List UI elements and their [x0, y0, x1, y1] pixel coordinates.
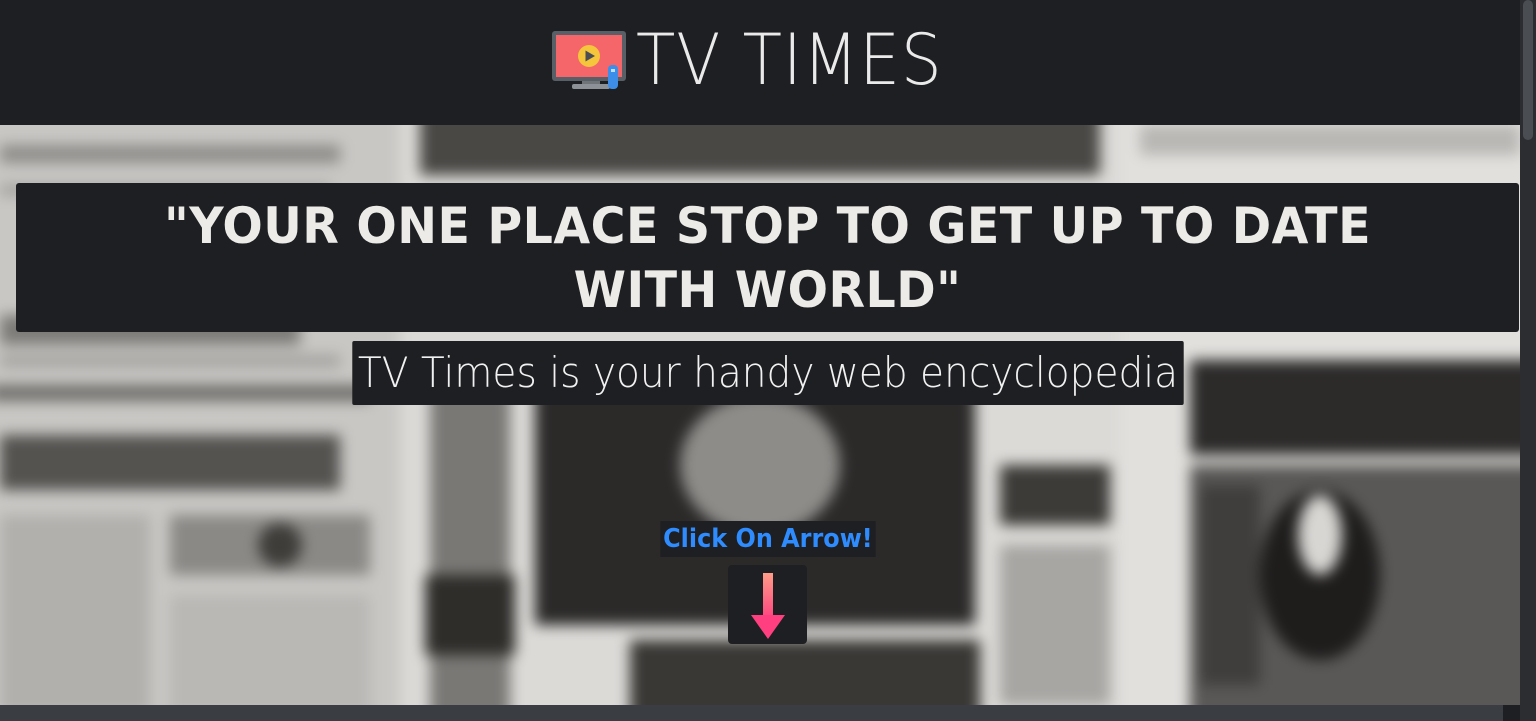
next-section-edge: [0, 705, 1503, 721]
scrollbar-thumb[interactable]: [1523, 0, 1533, 140]
cta-wrapper: Click On Arrow!: [0, 521, 1520, 557]
page: TV TIMES "YOUR ONE PLACE STOP TO GET UP …: [0, 0, 1536, 721]
tagline-heading: "YOUR ONE PLACE STOP TO GET UP TO DATE W…: [163, 196, 1371, 319]
tagline-banner: "YOUR ONE PLACE STOP TO GET UP TO DATE W…: [16, 183, 1519, 332]
subtitle-text: TV Times is your handy web encyclopedia: [352, 341, 1184, 405]
tv-play-icon: [552, 30, 627, 89]
vertical-scrollbar[interactable]: [1520, 0, 1536, 721]
arrow-down-icon: [750, 572, 785, 639]
hero-section: "YOUR ONE PLACE STOP TO GET UP TO DATE W…: [0, 125, 1520, 705]
click-on-arrow-label[interactable]: Click On Arrow!: [660, 521, 876, 557]
scroll-down-button[interactable]: [728, 565, 807, 644]
subtitle-wrapper: TV Times is your handy web encyclopedia: [0, 341, 1520, 405]
brand[interactable]: TV TIMES: [550, 25, 969, 95]
site-title: TV TIMES: [636, 18, 944, 101]
site-header: TV TIMES: [0, 0, 1520, 125]
